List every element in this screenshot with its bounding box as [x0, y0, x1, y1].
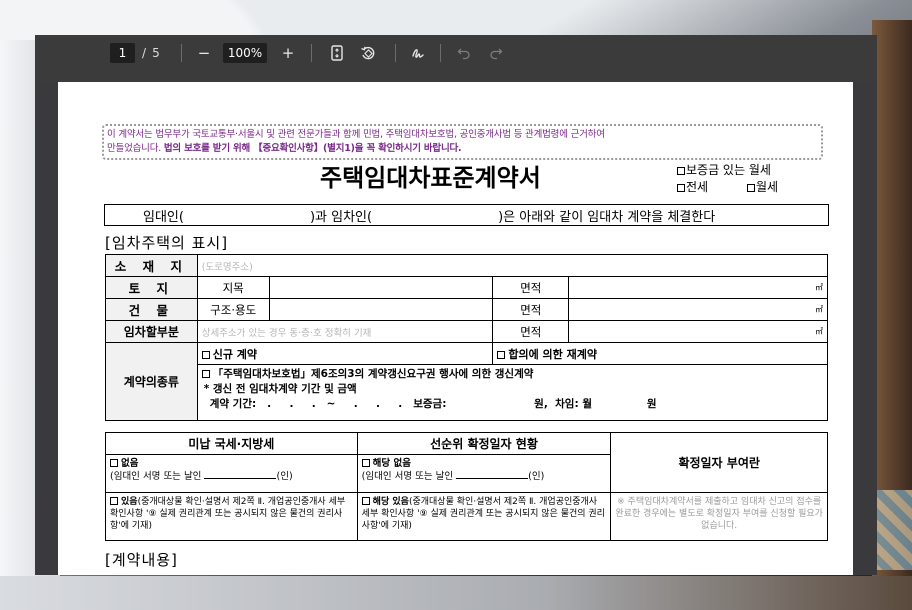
renewal-right-label: 「주택임대차보호법」제6조의3의 계약갱신요구권 행사에 의한 갱신계약: [212, 368, 534, 380]
zoom-level-input[interactable]: 100%: [223, 43, 267, 63]
label-contract-type: 계약의종류: [105, 342, 198, 421]
location-field[interactable]: (도로명주소): [196, 254, 829, 277]
property-table: 소 재 지 (도로명주소) 토 지 지목 면적 ㎡ 건 물 구조·용도 면적 ㎡…: [105, 254, 829, 421]
applicable-none-label: 해당 없음: [372, 458, 411, 469]
checkbox-monthly[interactable]: 월세: [747, 178, 778, 195]
won-label: 원: [646, 398, 657, 410]
label-leased-part: 임차할부분: [105, 320, 198, 343]
page-number-input[interactable]: 1: [110, 43, 135, 63]
none-label: 없음: [121, 458, 139, 469]
signature-line[interactable]: [204, 478, 277, 479]
building-area-label: 면적: [492, 298, 570, 321]
tax-priority-table: 미납 국세·지방세 선순위 확정일자 현황 확정일자 부여란 없음 (임대인 서…: [105, 432, 828, 541]
unpaid-exists-cell[interactable]: 있음(중개대상물 확인·설명서 제2쪽 Ⅱ. 개업공인중개사 세부 확인사항 '…: [105, 492, 358, 541]
deposit-label: 보증금:: [413, 398, 447, 410]
option-new-contract[interactable]: 신규 계약: [196, 342, 494, 365]
checkbox-icon: [361, 497, 370, 505]
notice-warning: 법의 보호를 받기 위해 【중요확인사항】(별지1)을 꼭 확인하시기 바랍니다…: [163, 143, 462, 154]
checkbox-icon: [361, 459, 370, 467]
checkbox-icon: [110, 497, 118, 505]
leased-area-field[interactable]: ㎡: [568, 320, 828, 343]
agreed-renewal-label: 합의에 의한 재계약: [508, 347, 597, 361]
checkbox-icon: [677, 183, 685, 192]
sign-line: (임대인 서명 또는 날인: [361, 471, 454, 482]
section-heading-property: [임차주택의 표시]: [105, 234, 229, 252]
draw-signature-icon[interactable]: [407, 43, 429, 63]
zoom-out-button[interactable]: −: [193, 43, 215, 63]
prev-terms: * 갱신 전 임대차계약 기간 및 금액: [203, 383, 357, 395]
checkbox-monthly-with-deposit[interactable]: 보증금 있는 월세: [677, 161, 771, 178]
label-land: 토 지: [105, 276, 198, 299]
land-area-field[interactable]: ㎡: [568, 276, 828, 299]
monthly-label: 월: [582, 398, 592, 410]
land-category-field[interactable]: [268, 276, 494, 299]
building-structure-label: 구조·용도: [196, 298, 270, 321]
undo-icon[interactable]: [453, 43, 475, 63]
option-label: 보증금 있는 월세: [686, 163, 771, 177]
notice-box: 이 계약서는 법무부가 국토교통부·서울시 및 관련 전문가들과 함께 민법, …: [102, 124, 823, 160]
document-title: 주택임대차표준계약서: [320, 164, 541, 192]
total-pages: 5: [152, 46, 160, 60]
building-area-field[interactable]: ㎡: [568, 298, 828, 321]
toolbar-divider: [311, 44, 312, 62]
checkbox-icon: [201, 350, 210, 359]
label-location: 소 재 지: [105, 254, 198, 277]
notice-line-1: 이 계약서는 법무부가 국토교통부·서울시 및 관련 전문가들과 함께 민법, …: [107, 129, 605, 140]
checkbox-jeonse[interactable]: 전세: [677, 178, 708, 195]
lessee-label: )과 임차인(: [309, 209, 373, 225]
rent-label: 차임:: [555, 398, 579, 410]
exists-note: (중개대상물 확인·설명서 제2쪽 Ⅱ. 개업공인중개사 세부 확인사항 '⑨ …: [110, 497, 346, 531]
leased-part-field[interactable]: 상세주소가 있는 경우 동·층·호 정확히 기재: [196, 320, 494, 343]
parties-statement: )은 아래와 같이 임대차 계약을 체결한다: [498, 209, 716, 225]
page-separator: /: [141, 46, 147, 60]
option-agreed-renewal[interactable]: 합의에 의한 재계약: [492, 342, 828, 365]
signature-line[interactable]: [456, 478, 529, 479]
pdf-page: 이 계약서는 법무부가 국토교통부·서울시 및 관련 전문가들과 함께 민법, …: [58, 82, 853, 575]
redo-icon[interactable]: [485, 43, 507, 63]
prev-terms-fields[interactable]: 계약 기간: . . . ~ . . . 보증금: 원, 차임: 월 원: [202, 397, 823, 412]
new-contract-label: 신규 계약: [212, 347, 258, 361]
header-unpaid-taxes: 미납 국세·지방세: [105, 432, 358, 455]
rotate-icon[interactable]: [357, 43, 379, 63]
period-dots: . . . ~ . . .: [267, 398, 403, 410]
seal-mark: 인: [531, 471, 541, 482]
won-label: 원,: [534, 398, 548, 410]
priority-exists-cell[interactable]: 해당 있음(중개대상물 확인·설명서 제2쪽 Ⅱ. 개업공인중개사 세부 확인사…: [356, 492, 612, 541]
pdf-viewer-window: 1 / 5 − 100% + 이 계약서는 법무부가 국토교통부·서울시 및 관…: [35, 35, 877, 575]
option-label: 전세: [686, 180, 709, 194]
background-desk-bottom: [0, 576, 912, 610]
checkbox-icon: [677, 166, 685, 175]
checkbox-icon: [110, 459, 118, 467]
applicable-exists-label: 해당 있음: [372, 497, 409, 507]
toolbar-divider: [440, 44, 441, 62]
zoom-in-button[interactable]: +: [277, 43, 299, 63]
unpaid-none-cell[interactable]: 없음 (임대인 서명 또는 날인 (인): [105, 454, 358, 493]
toolbar-divider: [395, 44, 396, 62]
seal-mark: 인: [280, 471, 289, 482]
land-area-label: 면적: [492, 276, 570, 299]
option-renewal-right[interactable]: 「주택임대차보호법」제6조의3의 계약갱신요구권 행사에 의한 갱신계약 * 갱…: [196, 364, 829, 421]
label-building: 건 물: [105, 298, 198, 321]
section-heading-contract: [계약내용]: [105, 551, 178, 569]
leased-area-label: 면적: [492, 320, 570, 343]
parties-line: 임대인( )과 임차인( )은 아래와 같이 임대차 계약을 체결한다: [104, 204, 829, 226]
pdf-toolbar: 1 / 5 − 100% +: [35, 35, 877, 82]
option-label: 월세: [756, 180, 779, 194]
fit-page-icon[interactable]: [326, 43, 348, 63]
checkbox-icon: [497, 350, 506, 359]
lessor-label: 임대인(: [143, 209, 184, 225]
notice-line-2: 만들었습니다.: [107, 143, 164, 154]
building-structure-field[interactable]: [268, 298, 494, 321]
checkbox-icon: [201, 370, 210, 378]
confirm-date-header: 확정일자 부여란: [610, 432, 828, 493]
exists-label: 있음: [121, 497, 138, 507]
sign-line: (임대인 서명 또는 날인: [110, 471, 202, 482]
period-label: 계약 기간:: [209, 398, 257, 410]
header-priority-dates: 선순위 확정일자 현황: [356, 432, 612, 455]
checkbox-icon: [747, 183, 755, 192]
toolbar-divider: [181, 44, 182, 62]
confirm-date-note: ※ 주택임대차계약서를 제출하고 임대차 신고의 접수를 완료한 경우에는 별도…: [610, 492, 828, 541]
priority-none-cell[interactable]: 해당 없음 (임대인 서명 또는 날인 (인): [356, 454, 612, 493]
land-category-label: 지목: [196, 276, 270, 299]
